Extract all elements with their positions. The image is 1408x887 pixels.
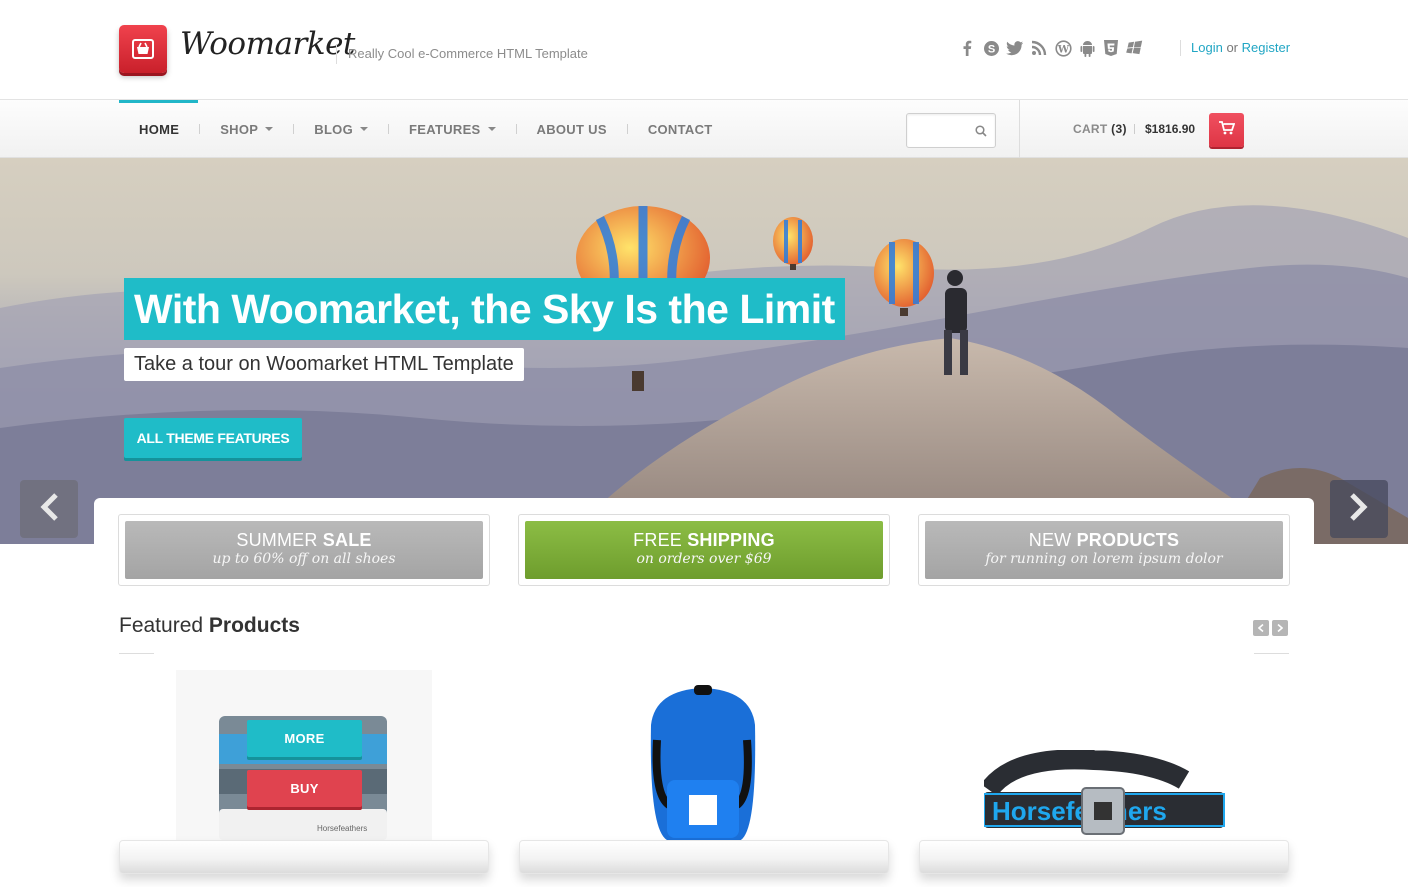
chevron-down-icon bbox=[487, 127, 496, 131]
nav-item-shop[interactable]: SHOP bbox=[200, 122, 293, 137]
search-icon[interactable] bbox=[975, 124, 987, 142]
chevron-right-icon bbox=[1348, 492, 1370, 527]
product-more-button[interactable]: MORE bbox=[247, 720, 362, 757]
search-input[interactable] bbox=[906, 113, 996, 148]
svg-text:S: S bbox=[987, 43, 994, 55]
logo-basket-icon[interactable] bbox=[119, 25, 167, 73]
skype-icon[interactable]: S bbox=[982, 39, 1000, 57]
product-buy-button[interactable]: BUY bbox=[247, 770, 362, 807]
chevron-right-icon bbox=[1277, 624, 1283, 632]
product-shelf bbox=[919, 840, 1289, 874]
auth-links: Login or Register bbox=[1180, 40, 1290, 56]
featured-prev-button[interactable] bbox=[1253, 620, 1269, 636]
twitter-icon[interactable] bbox=[1006, 39, 1024, 57]
facebook-icon[interactable] bbox=[958, 39, 976, 57]
slider-prev-button[interactable] bbox=[20, 480, 78, 538]
nav-item-features[interactable]: FEATURES bbox=[389, 122, 516, 137]
nav-item-home[interactable]: HOME bbox=[119, 122, 199, 137]
cart-total: $1816.90 bbox=[1145, 122, 1196, 136]
rss-icon[interactable] bbox=[1030, 39, 1048, 57]
windows-icon[interactable] bbox=[1126, 39, 1144, 57]
html5-icon[interactable] bbox=[1102, 39, 1120, 57]
product-shelf bbox=[119, 840, 489, 874]
product-card-belt[interactable]: Horsefeathers bbox=[919, 670, 1289, 887]
tagline: Really Cool e-Commerce HTML Template bbox=[336, 44, 588, 64]
login-link[interactable]: Login bbox=[1191, 40, 1223, 55]
all-theme-features-button[interactable]: ALL THEME FEATURES bbox=[124, 418, 302, 458]
social-links: S W bbox=[958, 39, 1144, 57]
cart-link[interactable]: CART (3) bbox=[1073, 122, 1127, 136]
cart-count: (3) bbox=[1111, 122, 1127, 136]
product-brand-label: Horsefeathers bbox=[992, 796, 1167, 826]
product-image-backpack bbox=[650, 685, 756, 841]
cart-separator bbox=[1134, 124, 1135, 134]
heading-underline bbox=[119, 653, 154, 654]
android-icon[interactable] bbox=[1078, 39, 1096, 57]
chevron-left-icon bbox=[1258, 624, 1264, 632]
product-image-belt: Horsefeathers bbox=[984, 750, 1225, 835]
chevron-down-icon bbox=[265, 127, 274, 131]
chevron-left-icon bbox=[38, 492, 60, 527]
promo-new-products[interactable]: NEW PRODUCTS for running on lorem ipsum … bbox=[918, 514, 1290, 586]
product-brand-label: Horsefeathers bbox=[317, 824, 367, 833]
promo-free-shipping[interactable]: FREE SHIPPING on orders over $69 bbox=[518, 514, 890, 586]
nav-item-about-us[interactable]: ABOUT US bbox=[517, 122, 627, 137]
featured-products-heading: Featured Products bbox=[119, 614, 300, 637]
wordpress-icon[interactable]: W bbox=[1054, 39, 1072, 57]
shopping-cart-icon bbox=[1218, 120, 1235, 140]
product-card-wallet[interactable]: Horsefeathers MORE BUY bbox=[119, 670, 489, 887]
nav-item-contact[interactable]: CONTACT bbox=[628, 122, 733, 137]
hero-title: With Woomarket, the Sky Is the Limit bbox=[124, 278, 845, 340]
hero-subtitle: Take a tour on Woomarket HTML Template bbox=[124, 348, 524, 381]
promo-summer-sale[interactable]: SUMMER SALE up to 60% off on all shoes bbox=[118, 514, 490, 586]
main-menu: HOME SHOP BLOG FEATURES ABOUT US CONTACT bbox=[119, 100, 733, 158]
featured-next-button[interactable] bbox=[1272, 620, 1288, 636]
svg-text:W: W bbox=[1056, 44, 1069, 55]
auth-or-text: or bbox=[1226, 40, 1238, 55]
cart-button[interactable] bbox=[1209, 113, 1244, 147]
chevron-down-icon bbox=[360, 127, 369, 131]
product-shelf bbox=[519, 840, 889, 874]
product-card-backpack[interactable] bbox=[519, 670, 889, 887]
nav-item-blog[interactable]: BLOG bbox=[294, 122, 388, 137]
nav-divider bbox=[1019, 100, 1020, 158]
register-link[interactable]: Register bbox=[1242, 40, 1290, 55]
heading-underline-right bbox=[1254, 653, 1289, 654]
logo-wordmark[interactable]: Woomarket bbox=[180, 26, 355, 62]
slider-next-button[interactable] bbox=[1330, 480, 1388, 538]
